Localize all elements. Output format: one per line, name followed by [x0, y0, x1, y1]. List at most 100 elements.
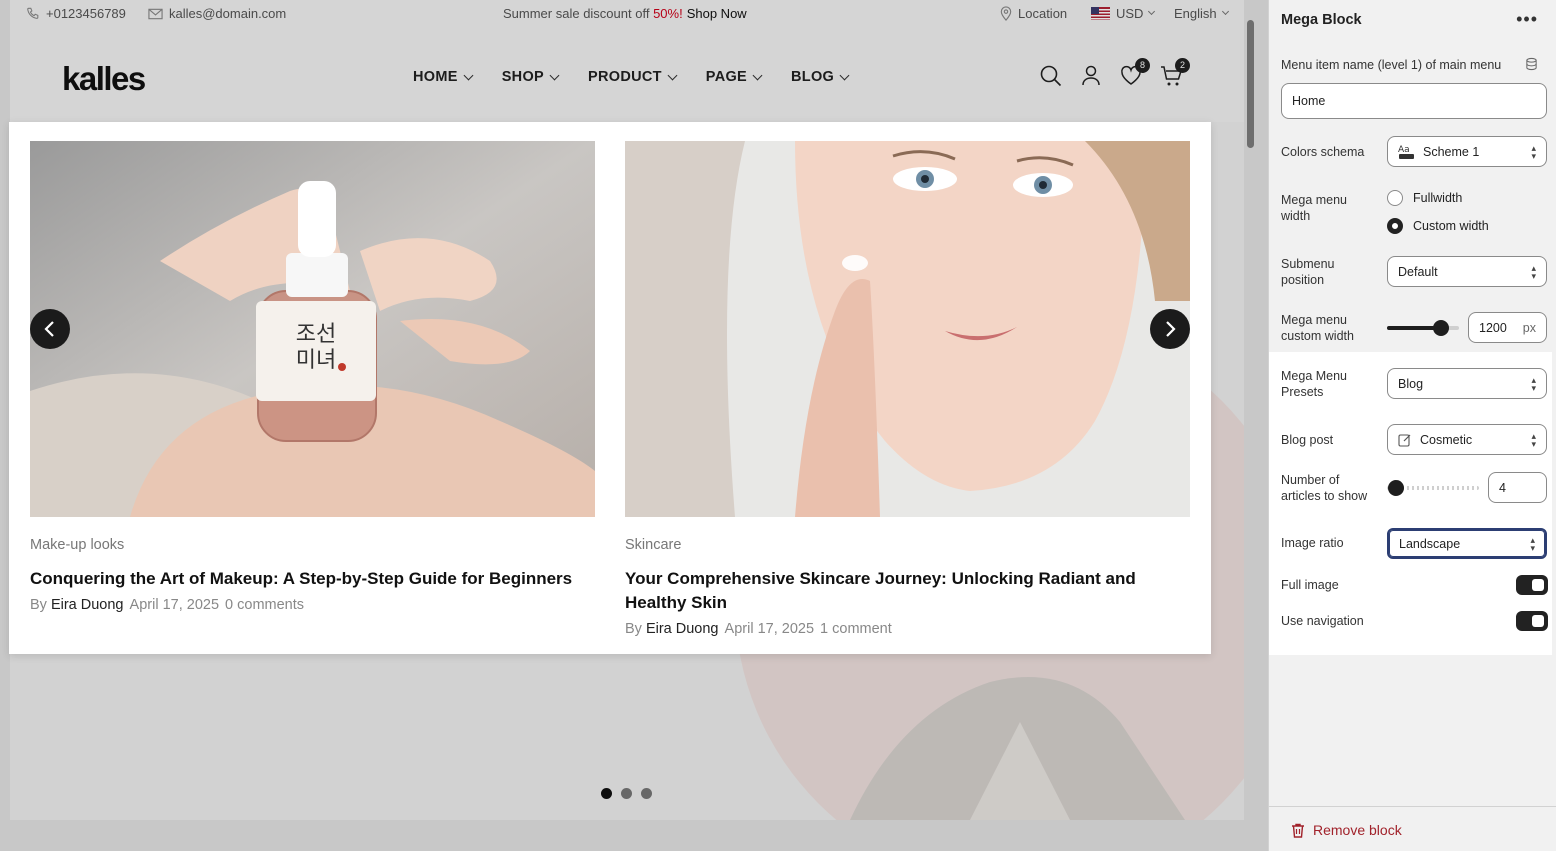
chevron-down-icon — [839, 70, 850, 80]
phone-icon — [27, 7, 39, 19]
radio-circle — [1387, 190, 1403, 206]
wishlist-button[interactable]: 8 — [1120, 58, 1150, 88]
select-caret-icon: ▴ ▾ — [1531, 374, 1536, 393]
location-link[interactable]: Location — [1000, 6, 1067, 21]
nav-item-shop[interactable]: SHOP — [501, 69, 560, 85]
svg-text:조선: 조선 — [296, 322, 336, 347]
remove-block-button[interactable]: Remove block — [1291, 822, 1402, 838]
blog-post-select[interactable]: Cosmetic ▴ ▾ — [1387, 424, 1547, 455]
article-card[interactable]: 조선 미녀 Make-up looks Conquering the Art o… — [30, 141, 595, 613]
search-icon — [1040, 65, 1062, 87]
promo-shop-now-link[interactable]: Shop Now — [687, 6, 747, 21]
main-nav: HOME SHOP PRODUCT PAGE BLOG — [413, 69, 850, 85]
trash-icon — [1292, 823, 1304, 838]
promo-banner: Summer sale discount off 50%! Shop Now — [503, 6, 747, 21]
prev-slide-button[interactable] — [30, 309, 70, 349]
radio-circle — [1387, 218, 1403, 234]
radio-fullwidth[interactable]: Fullwidth — [1387, 190, 1462, 206]
search-button[interactable] — [1040, 64, 1062, 88]
phone-contact[interactable]: +0123456789 — [26, 6, 126, 21]
menu-item-input[interactable]: Home — [1281, 83, 1547, 119]
article-image[interactable] — [625, 141, 1190, 517]
article-category[interactable]: Skincare — [625, 537, 681, 553]
article-by: By — [625, 621, 642, 637]
top-bar: +0123456789 kalles@domain.com Summer sal… — [10, 0, 1244, 30]
radio-custom-width[interactable]: Custom width — [1387, 218, 1489, 234]
presets-select[interactable]: Blog ▴ ▾ — [1387, 368, 1547, 399]
nav-item-home[interactable]: HOME — [413, 69, 474, 85]
article-title[interactable]: Conquering the Art of Makeup: A Step-by-… — [30, 567, 595, 591]
svg-text:미녀: 미녀 — [296, 348, 336, 373]
slider-dot[interactable] — [641, 788, 652, 799]
article-date: April 17, 2025 — [129, 597, 220, 613]
slider-dot[interactable] — [621, 788, 632, 799]
image-ratio-select[interactable]: Landscape ▴ ▾ — [1387, 528, 1547, 559]
colors-schema-select[interactable]: Aa Scheme 1 ▴ ▾ — [1387, 136, 1547, 167]
article-by: By — [30, 597, 47, 613]
language-selector[interactable]: English — [1174, 6, 1229, 21]
custom-width-slider-handle[interactable] — [1433, 320, 1449, 336]
email-address: kalles@domain.com — [169, 6, 287, 21]
mega-menu-panel: 조선 미녀 Make-up looks Conquering the Art o… — [9, 122, 1211, 654]
toggle-knob — [1532, 615, 1544, 627]
articles-count-value: 4 — [1499, 480, 1506, 495]
nav-item-product[interactable]: PRODUCT — [588, 69, 678, 85]
article-category[interactable]: Make-up looks — [30, 537, 124, 553]
chevron-right-icon — [1166, 321, 1176, 337]
remove-block-label: Remove block — [1313, 822, 1402, 838]
location-label: Location — [1018, 6, 1068, 21]
nav-item-blog[interactable]: BLOG — [791, 69, 850, 85]
blog-post-value: Cosmetic — [1420, 432, 1473, 447]
custom-width-label: Mega menu custom width — [1281, 313, 1354, 343]
wishlist-count-badge: 8 — [1135, 58, 1150, 73]
submenu-position-select[interactable]: Default ▴ ▾ — [1387, 256, 1547, 287]
article-author[interactable]: Eira Duong — [51, 597, 124, 613]
account-button[interactable] — [1080, 64, 1102, 88]
chevron-down-icon — [1221, 7, 1229, 16]
use-navigation-toggle[interactable] — [1516, 611, 1548, 631]
article-author[interactable]: Eira Duong — [646, 621, 719, 637]
select-caret-icon: ▴ ▾ — [1531, 262, 1536, 281]
email-contact[interactable]: kalles@domain.com — [148, 6, 286, 21]
nav-label: PAGE — [705, 69, 748, 85]
chevron-down-icon — [463, 70, 474, 80]
custom-width-unit: px — [1522, 320, 1536, 335]
chevron-left-icon — [44, 321, 54, 337]
storefront-preview: +0123456789 kalles@domain.com Summer sal… — [0, 0, 1268, 851]
nav-item-page[interactable]: PAGE — [705, 69, 763, 85]
cart-button[interactable]: 2 — [1160, 58, 1190, 88]
nav-label: HOME — [413, 69, 458, 85]
currency-value: USD — [1116, 6, 1144, 21]
full-image-label: Full image — [1281, 578, 1339, 592]
slider-dot[interactable] — [601, 788, 612, 799]
article-comments: 0 comments — [225, 597, 305, 613]
article-image[interactable]: 조선 미녀 — [30, 141, 595, 517]
select-caret-icon: ▴ ▾ — [1531, 430, 1536, 449]
nav-label: SHOP — [501, 69, 544, 85]
article-meta: By Eira Duong April 17, 2025 0 comments — [30, 597, 304, 613]
article-title[interactable]: Your Comprehensive Skincare Journey: Unl… — [625, 567, 1190, 615]
image-ratio-label: Image ratio — [1281, 536, 1344, 550]
presets-value: Blog — [1398, 376, 1424, 391]
ellipsis-icon[interactable]: ••• — [1516, 9, 1538, 30]
location-pin-icon — [1000, 6, 1012, 21]
articles-count-input[interactable]: 4 — [1488, 472, 1547, 503]
site-logo[interactable]: kalles — [62, 60, 146, 98]
currency-selector[interactable]: USD — [1091, 6, 1156, 21]
full-image-toggle[interactable] — [1516, 575, 1548, 595]
next-slide-button[interactable] — [1150, 309, 1190, 349]
user-icon — [1082, 65, 1100, 86]
panel-divider — [1269, 806, 1556, 807]
us-flag-icon — [1091, 7, 1110, 20]
image-ratio-value: Landscape — [1399, 536, 1461, 551]
preview-scrollbar[interactable] — [1247, 20, 1254, 148]
chevron-down-icon — [752, 70, 763, 80]
article-card[interactable]: Skincare Your Comprehensive Skincare Jou… — [625, 141, 1190, 637]
custom-width-input[interactable]: 1200 px — [1468, 312, 1547, 343]
block-settings-panel: Mega Block ••• Menu item name (level 1) … — [1268, 0, 1556, 851]
nav-label: BLOG — [791, 69, 835, 85]
radio-label: Fullwidth — [1413, 191, 1463, 205]
woman-skincare-photo — [625, 141, 1190, 517]
blog-post-label: Blog post — [1281, 433, 1334, 447]
svg-text:Aa: Aa — [1398, 145, 1410, 155]
